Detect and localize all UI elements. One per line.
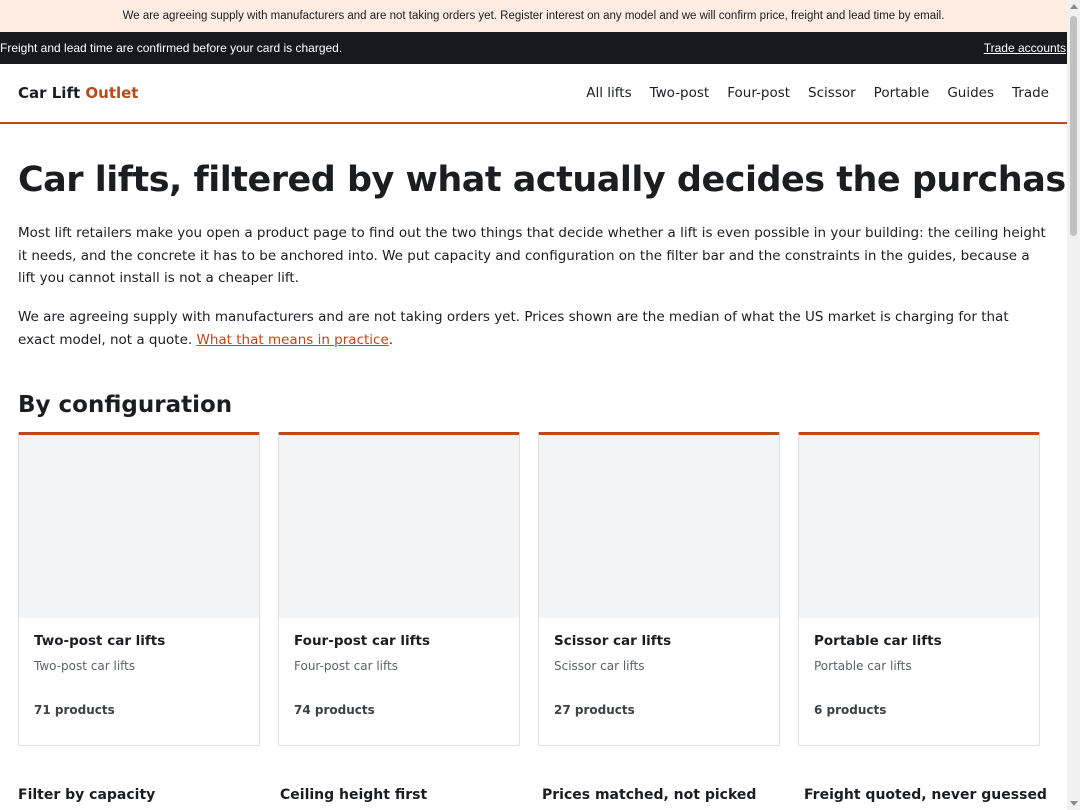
category-card-two-post[interactable]: Two-post car lifts Two-post car lifts 71…: [18, 432, 260, 746]
card-image: [19, 435, 259, 618]
card-subtitle: Scissor car lifts: [554, 659, 645, 673]
nav-two-post[interactable]: Two-post: [650, 85, 710, 101]
card-count: 27 products: [554, 703, 635, 717]
announcement-text: We are agreeing supply with manufacturer…: [122, 10, 945, 22]
main-nav: All lifts Two-post Four-post Scissor Por…: [586, 85, 1049, 101]
card-subtitle: Portable car lifts: [814, 659, 912, 673]
feature-prices-matched: Prices matched, not picked: [542, 787, 757, 803]
nav-trade[interactable]: Trade: [1012, 85, 1049, 101]
section-heading: By configuration: [18, 392, 233, 418]
supply-paragraph-text: We are agreeing supply with manufacturer…: [18, 309, 1009, 348]
logo-main-text: Car Lift: [18, 84, 81, 102]
card-count: 6 products: [814, 703, 887, 717]
supply-paragraph: We are agreeing supply with manufacturer…: [18, 306, 1048, 351]
card-title: Portable car lifts: [814, 633, 942, 649]
category-card-scissor[interactable]: Scissor car lifts Scissor car lifts 27 p…: [538, 432, 780, 746]
nav-portable[interactable]: Portable: [874, 85, 930, 101]
nav-four-post[interactable]: Four-post: [727, 85, 790, 101]
site-logo[interactable]: Car Lift Outlet: [18, 84, 138, 102]
info-bar: Freight and lead time are confirmed befo…: [0, 32, 1067, 64]
scroll-up-arrow-icon[interactable]: [1070, 4, 1078, 9]
feature-freight-quoted: Freight quoted, never guessed: [804, 787, 1047, 803]
nav-scissor[interactable]: Scissor: [808, 85, 856, 101]
card-title: Four-post car lifts: [294, 633, 431, 649]
card-title: Two-post car lifts: [34, 633, 166, 649]
feature-headings: Filter by capacity Ceiling height first …: [18, 787, 1048, 803]
feature-ceiling-height: Ceiling height first: [280, 787, 428, 803]
supply-paragraph-end: .: [388, 331, 394, 348]
trade-accounts-link[interactable]: Trade accounts: [984, 41, 1066, 55]
logo-accent-text: Outlet: [85, 84, 139, 102]
card-subtitle: Two-post car lifts: [34, 659, 136, 673]
site-header: Car Lift Outlet All lifts Two-post Four-…: [0, 64, 1067, 124]
what-that-means-link[interactable]: What that means in practice: [197, 332, 389, 348]
category-card-portable[interactable]: Portable car lifts Portable car lifts 6 …: [798, 432, 1040, 746]
card-title: Scissor car lifts: [554, 633, 672, 649]
card-image: [279, 435, 519, 618]
card-image: [799, 435, 1039, 618]
card-subtitle: Four-post car lifts: [294, 659, 398, 673]
nav-all-lifts[interactable]: All lifts: [586, 85, 631, 101]
intro-paragraph: Most lift retailers make you open a prod…: [18, 225, 1046, 286]
scroll-down-arrow-icon[interactable]: [1070, 801, 1078, 806]
card-image: [539, 435, 779, 618]
page-scrollbar[interactable]: [1067, 0, 1080, 810]
page-title: Car lifts, filtered by what actually dec…: [18, 160, 1080, 200]
announcement-banner: We are agreeing supply with manufacturer…: [0, 0, 1067, 32]
info-bar-text: Freight and lead time are confirmed befo…: [0, 41, 343, 55]
configuration-cards: Two-post car lifts Two-post car lifts 71…: [18, 432, 1040, 746]
scrollbar-thumb[interactable]: [1070, 16, 1077, 236]
nav-guides[interactable]: Guides: [947, 85, 994, 101]
card-count: 74 products: [294, 703, 375, 717]
card-count: 71 products: [34, 703, 115, 717]
feature-filter-by-capacity: Filter by capacity: [18, 787, 156, 803]
category-card-four-post[interactable]: Four-post car lifts Four-post car lifts …: [278, 432, 520, 746]
